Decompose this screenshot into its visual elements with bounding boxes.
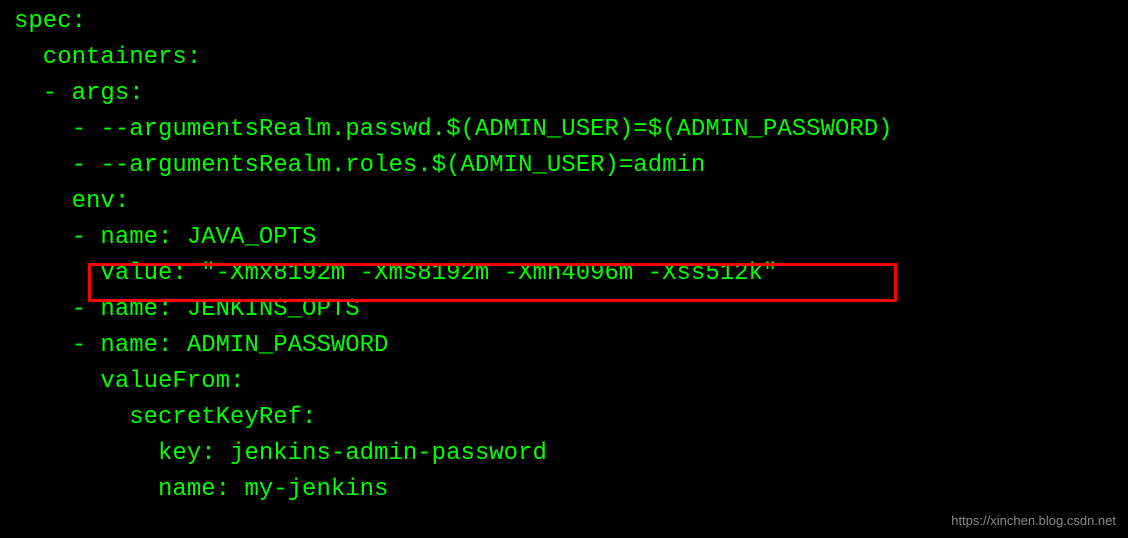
- code-line-jenkins-opts: - name: JENKINS_OPTS: [14, 292, 1114, 328]
- watermark-text: https://xinchen.blog.csdn.net: [951, 511, 1116, 531]
- code-line-env: env:: [14, 184, 1114, 220]
- code-line-java-opts-value: value: "-Xmx8192m -Xms8192m -Xmn4096m -X…: [14, 256, 1114, 292]
- code-line-java-opts-name: - name: JAVA_OPTS: [14, 220, 1114, 256]
- code-line-arg-passwd: - --argumentsRealm.passwd.$(ADMIN_USER)=…: [14, 112, 1114, 148]
- terminal-output: spec: containers: - args: - --argumentsR…: [14, 4, 1114, 508]
- code-line-secretkeyref: secretKeyRef:: [14, 400, 1114, 436]
- code-line-valuefrom: valueFrom:: [14, 364, 1114, 400]
- code-line-args: - args:: [14, 76, 1114, 112]
- code-line-spec: spec:: [14, 4, 1114, 40]
- code-line-key: key: jenkins-admin-password: [14, 436, 1114, 472]
- code-line-name: name: my-jenkins: [14, 472, 1114, 508]
- code-line-admin-password: - name: ADMIN_PASSWORD: [14, 328, 1114, 364]
- code-line-containers: containers:: [14, 40, 1114, 76]
- code-line-arg-roles: - --argumentsRealm.roles.$(ADMIN_USER)=a…: [14, 148, 1114, 184]
